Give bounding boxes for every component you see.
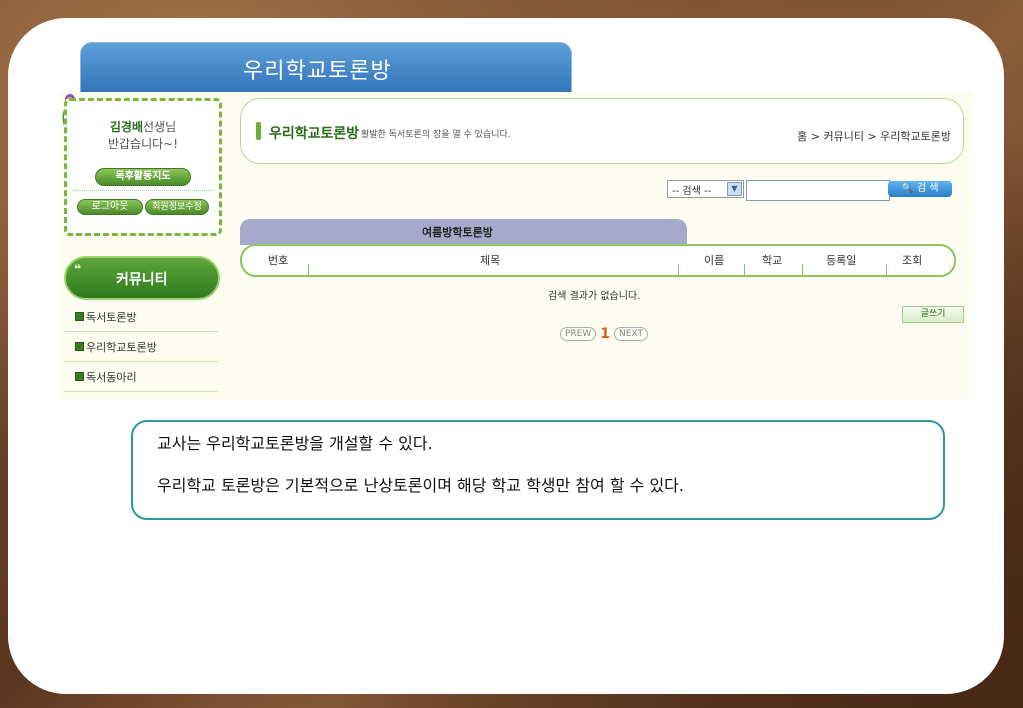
login-box: 김경배선생님 반갑습니다~! 독후활동지도 로그아웃 회원정보수정 (64, 98, 222, 236)
note-line-1: 교사는 우리학교토론방을 개설할 수 있다. (157, 434, 433, 453)
community-title: 커뮤니티 (116, 272, 168, 288)
next-page-button[interactable]: NEXT (614, 327, 648, 341)
column-header-school: 학교 (762, 254, 783, 267)
user-name: 김경배 (109, 120, 143, 134)
sidebar-item-reading-discussion[interactable]: 독서토론방 (64, 302, 218, 332)
sidebar-item-label: 독서토론방 (86, 311, 137, 324)
page-subtitle: 활발한 독서토론의 장을 열 수 있습니다. (361, 130, 511, 140)
sparkle-icon: ❝ (74, 262, 82, 276)
search-select-value: -- 검색 -- (672, 186, 712, 197)
user-suffix: 선생님 (143, 120, 177, 134)
table-header: 번호 제목 이름 학교 등록일 조회 (240, 244, 956, 277)
prev-page-button[interactable]: PREW (560, 327, 597, 341)
note-line-2: 우리학교 토론방은 기본적으로 난상토론이며 해당 학교 학생만 참여 할 수 … (157, 476, 684, 495)
column-header-number: 번호 (268, 254, 289, 267)
bullet-square-icon (75, 312, 84, 321)
chevron-down-icon[interactable]: ▼ (727, 182, 742, 196)
column-header-views: 조회 (902, 254, 923, 267)
community-section-header: ❝ 커뮤니티 (64, 256, 220, 300)
bullet-square-icon (75, 372, 84, 381)
page-header: 우리학교토론방 활발한 독서토론의 장을 열 수 있습니다. 홈 > 커뮤니티 … (240, 98, 964, 164)
note-callout: 교사는 우리학교토론방을 개설할 수 있다. 우리학교 토론방은 기본적으로 난… (131, 420, 945, 520)
bullet-square-icon (75, 342, 84, 351)
search-button-label: 검 색 (917, 183, 939, 194)
sidebar-item-label: 우리학교토론방 (86, 341, 157, 354)
column-header-date: 등록일 (826, 254, 857, 267)
sidebar-item-school-discussion[interactable]: 우리학교토론방 (64, 332, 218, 362)
write-button[interactable]: 글쓰기 (902, 306, 964, 323)
search-type-select[interactable]: -- 검색 -- ▼ (667, 180, 744, 198)
search-icon: 🔍 (901, 183, 914, 194)
edit-profile-button[interactable]: 회원정보수정 (145, 199, 209, 215)
greeting-text: 반갑습니다~! (107, 137, 179, 151)
divider (73, 190, 213, 191)
title-bar-accent (256, 122, 261, 140)
breadcrumb: 홈 > 커뮤니티 > 우리학교토론방 (797, 130, 951, 143)
column-header-name: 이름 (704, 254, 725, 267)
empty-result-message: 검색 결과가 없습니다. (548, 291, 641, 302)
page-title: 우리학교토론방 (269, 126, 360, 142)
logout-button[interactable]: 로그아웃 (77, 199, 143, 215)
sidebar-item-reading-club[interactable]: 독서동아리 (64, 362, 218, 392)
slide-title: 우리학교토론방 (243, 59, 392, 84)
current-page-number[interactable]: 1 (600, 326, 610, 342)
board-tab[interactable]: 여름방학토론방 (240, 219, 687, 245)
search-button[interactable]: 🔍 검 색 (888, 181, 952, 197)
search-input[interactable] (746, 180, 890, 201)
sidebar-item-label: 독서동아리 (86, 371, 137, 384)
column-header-title: 제목 (480, 254, 501, 267)
board-tab-label: 여름방학토론방 (422, 226, 493, 239)
pagination: PREW 1 NEXT (560, 326, 648, 342)
reading-guide-button[interactable]: 독후활동지도 (95, 168, 191, 186)
